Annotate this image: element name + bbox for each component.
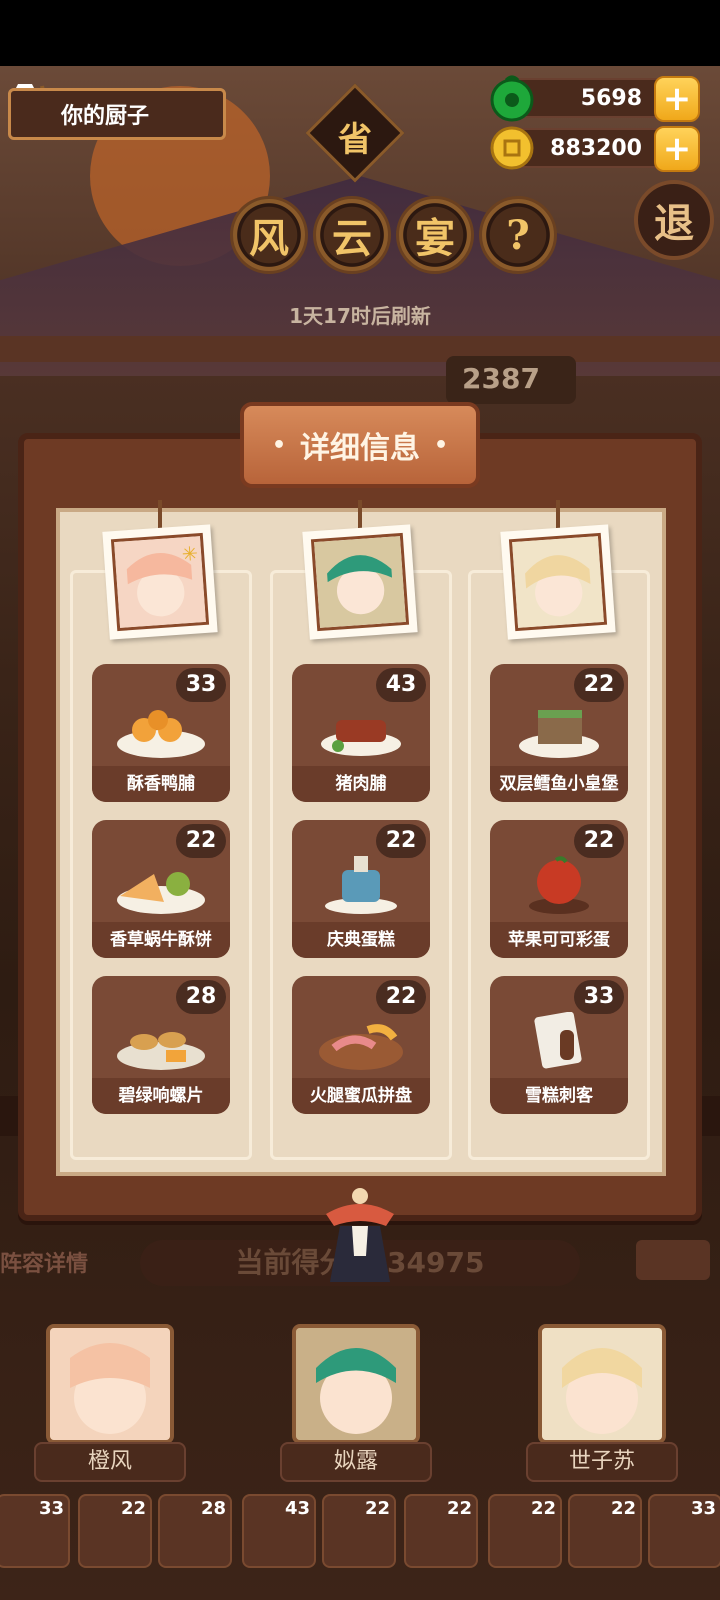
lineup-details-label: 阵容详情	[0, 1252, 89, 1277]
dish-icon	[117, 710, 205, 758]
dish-icon	[321, 720, 401, 756]
chef-card[interactable]	[46, 1324, 174, 1444]
dish-strip-item[interactable]: 22	[322, 1494, 396, 1568]
dish-strip-item[interactable]: 22	[488, 1494, 562, 1568]
dish-strip-item[interactable]: 28	[158, 1494, 232, 1568]
dish-card[interactable]: 28 碧绿响螺片	[92, 976, 230, 1114]
player-chef-box[interactable]: 你的厨子	[8, 88, 226, 140]
dish-card[interactable]: 22 双层鳕鱼小皇堡	[490, 664, 628, 802]
dish-icon	[117, 872, 205, 914]
jade-currency: 5698 +	[490, 75, 700, 122]
chef-portrait-icon	[542, 1328, 662, 1440]
coin-icon	[490, 126, 534, 170]
close-knot-icon[interactable]	[316, 1186, 404, 1286]
chef-name-tag: 橙风	[34, 1442, 186, 1482]
chef-card[interactable]	[538, 1324, 666, 1444]
title-char-3: 宴	[396, 196, 474, 274]
status-bar-area	[0, 0, 720, 66]
dish-card[interactable]: 33 酥香鸭脯	[92, 664, 230, 802]
jade-icon	[490, 75, 534, 122]
title-char-2: 云	[313, 196, 391, 274]
chef-portrait	[500, 524, 616, 640]
add-coin-button[interactable]: +	[654, 126, 700, 172]
dish-icon	[529, 856, 589, 914]
add-jade-button[interactable]: +	[654, 76, 700, 122]
refresh-timer: 1天17时后刷新	[289, 304, 431, 328]
dish-strip-item[interactable]: 43	[242, 1494, 316, 1568]
score-peek: 2387	[446, 356, 576, 404]
dish-icon	[325, 856, 397, 914]
dish-strip-item[interactable]: 22	[404, 1494, 478, 1568]
chef-card[interactable]	[292, 1324, 420, 1444]
chef-portrait-icon	[50, 1328, 170, 1440]
dish-card[interactable]: 43 猪肉脯	[292, 664, 430, 802]
chef-name-tag: 世子苏	[526, 1442, 678, 1482]
svg-text:✳: ✳	[181, 542, 199, 566]
chef-portrait-icon	[310, 532, 410, 632]
dish-strip-item[interactable]: 33	[0, 1494, 70, 1568]
dish-card[interactable]: 22 火腿蜜瓜拼盘	[292, 976, 430, 1114]
chef-portrait	[302, 524, 418, 640]
modal-title: 详细信息	[240, 402, 480, 488]
dish-card[interactable]: 33 雪糕刺客	[490, 976, 628, 1114]
jade-amount: 5698	[580, 85, 642, 111]
chef-name-tag: 姒露	[280, 1442, 432, 1482]
exit-button[interactable]: 退	[634, 180, 714, 260]
coin-currency: 883200 +	[490, 126, 700, 172]
region-label: 省	[338, 120, 372, 160]
chef-portrait-icon	[508, 532, 608, 632]
chef-portrait: ✳	[102, 524, 218, 640]
coin-amount: 883200	[550, 135, 642, 161]
dish-icon	[534, 1012, 582, 1069]
chef-portrait-icon	[296, 1328, 416, 1440]
dish-card[interactable]: 22 香草蜗牛酥饼	[92, 820, 230, 958]
title-char-1: 风	[230, 196, 308, 274]
background-beam	[0, 336, 720, 362]
dish-icon	[319, 1024, 403, 1070]
dish-icon	[519, 710, 599, 758]
dish-card[interactable]: 22 苹果可可彩蛋	[490, 820, 628, 958]
reset-button[interactable]	[636, 1240, 710, 1280]
dish-strip-item[interactable]: 22	[78, 1494, 152, 1568]
dish-strip-item[interactable]: 22	[568, 1494, 642, 1568]
chef-portrait-icon: ✳	[110, 532, 210, 632]
dish-card[interactable]: 22 庆典蛋糕	[292, 820, 430, 958]
help-button[interactable]: ?	[479, 196, 557, 274]
dish-icon	[117, 1032, 205, 1070]
player-chef-label: 你的厨子	[61, 104, 150, 129]
dish-strip-item[interactable]: 33	[648, 1494, 720, 1568]
